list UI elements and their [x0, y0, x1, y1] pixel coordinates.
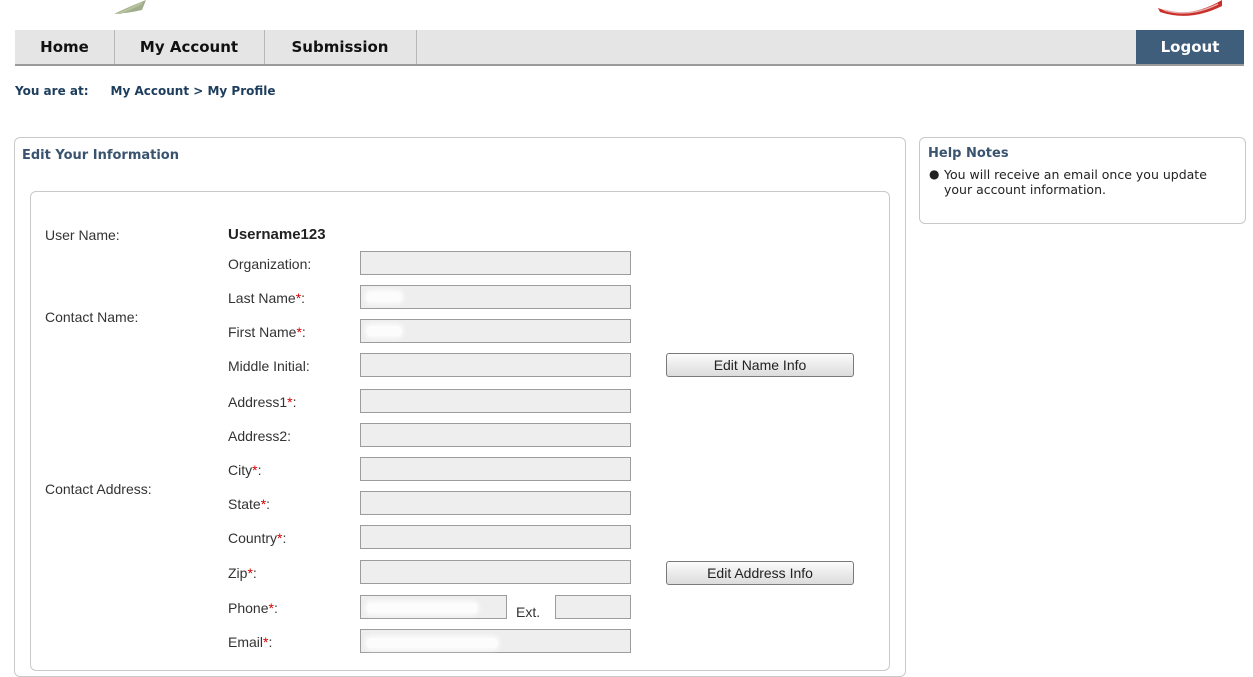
redacted-value [367, 326, 401, 336]
label-colon: : [282, 530, 287, 546]
country-input[interactable] [360, 525, 631, 549]
bullet-icon: ● [929, 167, 940, 181]
address1-input[interactable] [360, 389, 631, 413]
phone-label: Phone*: [228, 600, 278, 616]
middle-initial-label: Middle Initial: [228, 358, 310, 374]
ext-label: Ext. [516, 604, 541, 620]
contact-name-label: Contact Name: [45, 309, 139, 325]
city-label-text: City [228, 462, 253, 478]
breadcrumb-prefix: You are at: [15, 84, 89, 98]
logout-button[interactable]: Logout [1136, 30, 1244, 64]
nav-submission[interactable]: Submission [264, 30, 417, 64]
address2-input[interactable] [360, 423, 631, 447]
city-input[interactable] [360, 457, 631, 481]
redacted-value [367, 638, 497, 648]
edit-name-info-button[interactable]: Edit Name Info [666, 353, 854, 377]
help-notes-list: ● You will receive an email once you upd… [929, 167, 1229, 197]
label-colon: : [266, 496, 271, 512]
label-colon: : [268, 634, 273, 650]
state-input[interactable] [360, 491, 631, 515]
phone-label-text: Phone [228, 600, 269, 616]
organization-input[interactable] [360, 251, 631, 275]
state-label-text: State [228, 496, 261, 512]
email-label: Email*: [228, 634, 272, 650]
breadcrumb-path[interactable]: My Account > My Profile [111, 84, 276, 98]
redacted-value [367, 292, 401, 302]
address2-label: Address2: [228, 428, 292, 444]
email-input[interactable] [360, 629, 631, 653]
first-name-label: First Name*: [228, 324, 306, 340]
contact-address-label: Contact Address: [45, 481, 152, 497]
email-label-text: Email [228, 634, 264, 650]
last-name-label: Last Name*: [228, 290, 305, 306]
redacted-value [367, 603, 477, 613]
last-name-input[interactable] [360, 285, 631, 309]
state-label: State*: [228, 496, 270, 512]
breadcrumb: You are at: My Account > My Profile [15, 84, 276, 98]
help-note-item: You will receive an email once you updat… [944, 167, 1207, 197]
user-name-label: User Name: [45, 227, 120, 243]
address1-label: Address1*: [228, 394, 297, 410]
country-label-text: Country [228, 530, 278, 546]
label-colon: : [257, 462, 262, 478]
city-label: City*: [228, 462, 261, 478]
label-colon: : [252, 565, 257, 581]
zip-input[interactable] [360, 560, 631, 584]
label-colon: : [292, 394, 297, 410]
edit-address-info-button[interactable]: Edit Address Info [666, 561, 854, 585]
user-name-value: Username123 [228, 226, 326, 243]
address1-label-text: Address1 [228, 394, 288, 410]
label-colon: : [301, 324, 306, 340]
organization-label: Organization: [228, 256, 312, 272]
help-notes-title: Help Notes [928, 146, 1009, 161]
country-label: Country*: [228, 530, 286, 546]
first-name-label-text: First Name [228, 324, 297, 340]
zip-label: Zip*: [228, 565, 257, 581]
main-nav-bar: Home My Account Submission Logout [15, 30, 1244, 66]
first-name-input[interactable] [360, 319, 631, 343]
zip-label-text: Zip [228, 565, 248, 581]
nav-home[interactable]: Home [15, 30, 115, 64]
middle-initial-input[interactable] [360, 353, 631, 377]
phone-input[interactable] [360, 595, 507, 619]
seal-logo-fragment [1158, 0, 1222, 16]
site-logo-fragment [114, 0, 146, 14]
phone-ext-input[interactable] [555, 595, 631, 619]
last-name-label-text: Last Name [228, 290, 296, 306]
label-colon: : [273, 600, 278, 616]
edit-information-title: Edit Your Information [22, 148, 179, 163]
nav-my-account[interactable]: My Account [114, 30, 265, 64]
label-colon: : [301, 290, 306, 306]
